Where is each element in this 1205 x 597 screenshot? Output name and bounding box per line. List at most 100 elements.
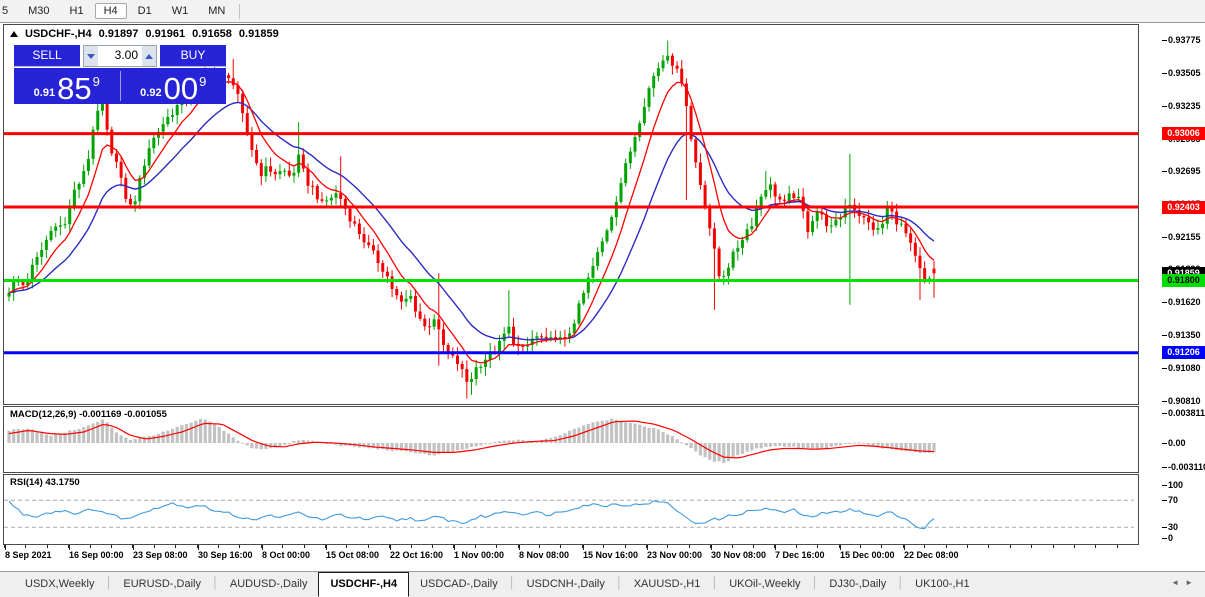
time-tick-minor <box>603 545 604 548</box>
tab-scroll-right-icon: ► <box>1185 578 1199 587</box>
buy-price-sup: 9 <box>199 74 206 89</box>
one-click-trading-panel: SELL 3.00 BUY 0.91 85 9 0.92 00 <box>14 45 226 104</box>
sell-button[interactable]: SELL <box>14 45 80 67</box>
time-tick-minor <box>304 545 305 548</box>
time-tick-minor <box>346 545 347 548</box>
time-tick-minor <box>689 545 690 548</box>
tab-separator: │ <box>812 572 819 597</box>
rsi-axis-tick: 30 <box>1168 522 1178 532</box>
time-tick-minor <box>47 545 48 548</box>
axis-tick-mark <box>1162 335 1167 336</box>
time-tick-minor <box>111 545 112 548</box>
time-tick-minor <box>411 545 412 548</box>
time-axis-label: 8 Sep 2021 <box>5 550 52 560</box>
price-axis-tick: 0.93505 <box>1168 68 1201 78</box>
time-tick-minor <box>560 545 561 548</box>
time-axis-label: 1 Nov 00:00 <box>454 550 504 560</box>
time-tick-minor <box>860 545 861 548</box>
time-tick-minor <box>1031 545 1032 548</box>
time-axis-label: 8 Oct 00:00 <box>262 550 310 560</box>
tab-separator: │ <box>897 572 904 597</box>
ohlc-open: 0.91897 <box>99 28 139 40</box>
time-tick-minor <box>432 545 433 548</box>
tab-separator: │ <box>105 572 112 597</box>
chart-tab-xauusd-h1[interactable]: XAUUSD-,H1 <box>623 572 712 597</box>
time-tick-minor <box>753 545 754 548</box>
time-tick-minor <box>239 545 240 548</box>
time-tick-minor <box>625 545 626 548</box>
price-line-label: 0.93006 <box>1162 127 1205 140</box>
tab-scroll-arrows[interactable]: ◄► <box>1171 578 1199 587</box>
timeframe-m30[interactable]: M30 <box>19 3 58 19</box>
time-tick-minor <box>732 545 733 548</box>
axis-tick-mark <box>1162 401 1167 402</box>
time-tick-minor <box>924 545 925 548</box>
buy-price[interactable]: 0.92 00 9 <box>121 74 227 104</box>
axis-tick-mark <box>1162 40 1167 41</box>
time-axis-label: 8 Nov 08:00 <box>519 550 569 560</box>
timeframe-5[interactable]: 5 <box>0 3 17 19</box>
fast-ma-line <box>9 82 934 363</box>
rsi-canvas[interactable] <box>4 475 1138 544</box>
chart-tab-usdchf-h4[interactable]: USDCHF-,H4 <box>318 572 409 597</box>
tab-separator: │ <box>616 572 623 597</box>
time-axis-label: 22 Oct 16:00 <box>390 550 443 560</box>
ohlc-high: 0.91961 <box>145 28 185 40</box>
tab-scroll-left-icon: ◄ <box>1171 578 1185 587</box>
triangle-down-icon <box>87 54 95 59</box>
chart-tab-usdcad-daily[interactable]: USDCAD-,Daily <box>409 572 509 597</box>
axis-tick-mark <box>1162 485 1167 486</box>
chart-tab-audusd-daily[interactable]: AUDUSD-,Daily <box>219 572 319 597</box>
axis-tick-mark <box>1162 171 1167 172</box>
sell-price-small: 0.91 <box>34 87 55 99</box>
triangle-up-icon <box>145 54 153 59</box>
timeframe-h1[interactable]: H1 <box>61 3 93 19</box>
time-tick-minor <box>1095 545 1096 548</box>
buy-price-small: 0.92 <box>140 87 161 99</box>
time-tick-minor <box>1074 545 1075 548</box>
chart-tab-uk100-h1[interactable]: UK100-,H1 <box>904 572 980 597</box>
collapse-triangle-icon[interactable] <box>10 31 18 37</box>
time-tick-minor <box>90 545 91 548</box>
price-axis-tick: 0.90810 <box>1168 396 1201 406</box>
volume-input[interactable]: 3.00 <box>98 46 142 66</box>
chart-tab-eurusd-daily[interactable]: EURUSD-,Daily <box>112 572 212 597</box>
macd-label: MACD(12,26,9) -0.001169 -0.001055 <box>10 409 167 420</box>
time-tick-minor <box>496 545 497 548</box>
chart-tab-ukoil-weekly[interactable]: UKOil-,Weekly <box>718 572 811 597</box>
volume-decrease-button[interactable] <box>84 46 98 66</box>
time-tick-minor <box>667 545 668 548</box>
timeframe-d1[interactable]: D1 <box>129 3 161 19</box>
time-tick-minor <box>25 545 26 548</box>
timeframe-mn[interactable]: MN <box>199 3 234 19</box>
axis-tick-mark <box>1162 527 1167 528</box>
slow-ma-line <box>9 102 934 339</box>
axis-tick-mark <box>1162 413 1167 414</box>
tab-separator: │ <box>509 572 516 597</box>
macd-canvas[interactable] <box>4 407 1138 472</box>
axis-tick-mark <box>1162 368 1167 369</box>
timeframe-w1[interactable]: W1 <box>163 3 198 19</box>
buy-button[interactable]: BUY <box>160 45 226 67</box>
price-axis-tick: 0.92695 <box>1168 166 1201 176</box>
volume-spinner: 3.00 <box>83 45 157 67</box>
timeframe-h4[interactable]: H4 <box>95 3 127 19</box>
price-line-label: 0.91800 <box>1162 274 1205 287</box>
time-tick-minor <box>796 545 797 548</box>
macd-axis-tick: 0.00 <box>1168 438 1186 448</box>
sell-price-sup: 9 <box>93 74 100 89</box>
price-axis-tick: 0.93235 <box>1168 101 1201 111</box>
time-tick-minor <box>1053 545 1054 548</box>
sell-price[interactable]: 0.91 85 9 <box>14 74 120 104</box>
chart-tab-usdcnh-daily[interactable]: USDCNH-,Daily <box>516 572 616 597</box>
chart-tab-dj30-daily[interactable]: DJ30-,Daily <box>818 572 897 597</box>
price-axis-tick: 0.92155 <box>1168 232 1201 242</box>
time-axis-label: 15 Dec 00:00 <box>840 550 895 560</box>
timeframe-toolbar: 5M30H1H4D1W1MN <box>0 0 1205 23</box>
chart-tab-usdx-weekly[interactable]: USDX,Weekly <box>14 572 105 597</box>
time-axis-label: 30 Nov 08:00 <box>711 550 766 560</box>
axis-tick-mark <box>1162 538 1167 539</box>
volume-increase-button[interactable] <box>142 46 156 66</box>
price-axis-tick: 0.93775 <box>1168 35 1201 45</box>
chart-tab-bar: USDX,Weekly│EURUSD-,Daily│AUDUSD-,DailyU… <box>0 571 1205 597</box>
